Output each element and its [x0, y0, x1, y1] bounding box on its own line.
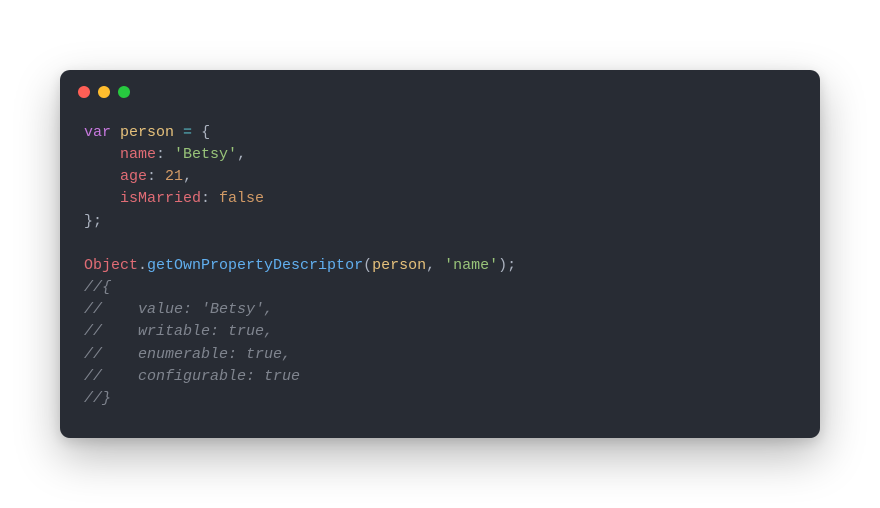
code-token: , [426, 257, 444, 274]
code-line: //} [84, 390, 111, 407]
code-token: { [192, 124, 210, 141]
code-token: getOwnPropertyDescriptor [147, 257, 363, 274]
code-token [84, 190, 120, 207]
code-token: person [372, 257, 426, 274]
zoom-icon[interactable] [118, 86, 130, 98]
code-token: }; [84, 213, 102, 230]
code-token: = [183, 124, 192, 141]
code-token: name [120, 146, 156, 163]
code-line: // enumerable: true, [84, 346, 291, 363]
code-token: person [120, 124, 174, 141]
code-token [84, 168, 120, 185]
code-line: // value: 'Betsy', [84, 301, 273, 318]
code-token [84, 146, 120, 163]
code-line: isMarried: false [84, 190, 264, 207]
code-line: // configurable: true [84, 368, 300, 385]
code-token: //} [84, 390, 111, 407]
code-line: }; [84, 213, 102, 230]
code-token: false [219, 190, 264, 207]
code-token: // enumerable: true, [84, 346, 291, 363]
code-token: , [237, 146, 246, 163]
code-token: // configurable: true [84, 368, 300, 385]
titlebar [60, 70, 820, 114]
code-token: ( [363, 257, 372, 274]
code-window: var person = { name: 'Betsy', age: 21, i… [60, 70, 820, 438]
code-token: : [147, 168, 165, 185]
code-token: // writable: true, [84, 323, 273, 340]
code-line: var person = { [84, 124, 210, 141]
code-token: , [183, 168, 192, 185]
minimize-icon[interactable] [98, 86, 110, 98]
code-token: 21 [165, 168, 183, 185]
code-token: 'name' [444, 257, 498, 274]
code-token: ); [498, 257, 516, 274]
code-token: isMarried [120, 190, 201, 207]
code-line: age: 21, [84, 168, 192, 185]
code-token: Object [84, 257, 138, 274]
code-token: var [84, 124, 120, 141]
code-token: age [120, 168, 147, 185]
code-block: var person = { name: 'Betsy', age: 21, i… [60, 114, 820, 438]
code-line: name: 'Betsy', [84, 146, 246, 163]
close-icon[interactable] [78, 86, 90, 98]
code-line: //{ [84, 279, 111, 296]
code-line: Object.getOwnPropertyDescriptor(person, … [84, 257, 516, 274]
code-line: // writable: true, [84, 323, 273, 340]
code-token [174, 124, 183, 141]
code-token: // value: 'Betsy', [84, 301, 273, 318]
code-token: . [138, 257, 147, 274]
code-token: : [201, 190, 219, 207]
code-token: 'Betsy' [174, 146, 237, 163]
code-token: : [156, 146, 174, 163]
code-token: //{ [84, 279, 111, 296]
